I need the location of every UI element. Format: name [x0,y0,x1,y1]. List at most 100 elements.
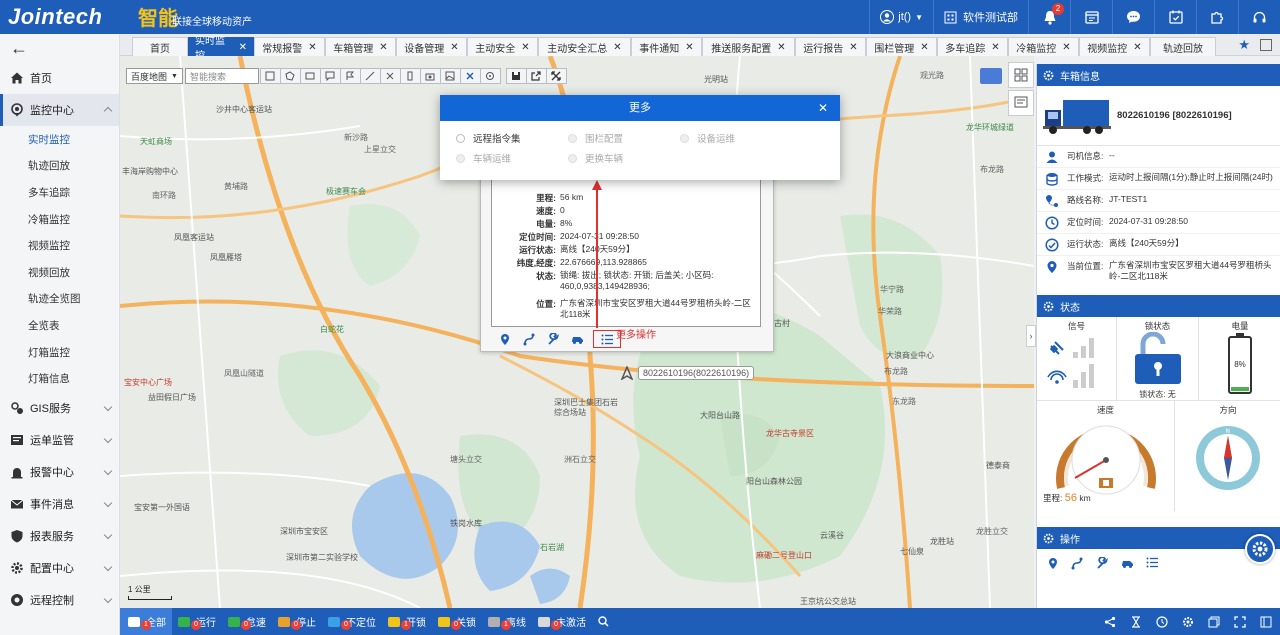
sidebar-sub-track[interactable]: 轨迹回放 [0,153,119,180]
clock-icon[interactable] [1156,615,1168,628]
map-search-input[interactable]: 智能搜索 [184,68,259,84]
map-type-select[interactable]: 百度地图 ▼ [126,68,183,84]
tool-camera[interactable] [419,68,441,84]
tab-push-config[interactable]: 推送服务配置 ✕ [702,37,795,56]
tool-ruler[interactable] [359,68,381,84]
sidebar-sub-overview-table[interactable]: 全览表 [0,312,119,339]
list-icon[interactable] [1146,557,1159,568]
tab-multi-track[interactable]: 多车追踪 ✕ [937,37,1008,56]
tool-polygon[interactable] [279,68,301,84]
sidebar-sub-video[interactable]: 视频监控 [0,232,119,259]
support-button[interactable] [1238,0,1280,34]
notification-button[interactable]: 2 [1028,0,1070,34]
close-icon[interactable]: ✕ [379,42,387,53]
tool-export[interactable] [525,68,547,84]
sidebar-sub-video-playback[interactable]: 视频回放 [0,259,119,286]
collapse-sidebar-button[interactable]: ← [0,34,119,62]
settings-fab[interactable] [1245,534,1275,564]
list-view-button[interactable] [1008,62,1034,88]
close-icon[interactable]: ✕ [920,42,928,53]
plugin-button[interactable] [1196,0,1238,34]
tool-flag[interactable] [339,68,361,84]
close-icon[interactable]: ✕ [818,95,828,121]
popup-track-button[interactable] [521,331,537,347]
sidebar-sub-track-overview[interactable]: 轨迹全览图 [0,286,119,313]
radio-button[interactable] [456,133,465,143]
status-filter-idle[interactable]: 0 怠速 [222,608,272,635]
close-icon[interactable]: ✕ [1133,42,1141,53]
sidebar-item-alarm[interactable]: 报警中心 [0,456,119,488]
settings-icon[interactable] [1182,616,1194,628]
close-icon[interactable]: ✕ [1062,42,1070,53]
window-icon[interactable] [1208,616,1220,628]
status-filter-locked[interactable]: 0 关锁 [432,608,482,635]
tab-device-mgmt[interactable]: 设备管理 ✕ [396,37,467,56]
status-filter-unlocked[interactable]: 1 开锁 [382,608,432,635]
popup-locate-button[interactable] [497,331,513,347]
sidebar-item-waybill[interactable]: 运单监管 [0,424,119,456]
sidebar-item-events[interactable]: 事件消息 [0,488,119,520]
status-filter-inactive[interactable]: 0 未激活 [532,608,592,635]
schedule-button[interactable] [1154,0,1196,34]
share-icon[interactable] [1104,616,1116,628]
tab-cold-box[interactable]: 冷箱监控 ✕ [1008,37,1079,56]
close-panel-icon[interactable] [1260,616,1272,628]
close-icon[interactable]: ✕ [613,42,621,53]
map-pin-icon[interactable] [1047,557,1059,570]
sidebar-sub-lightbox[interactable]: 灯箱监控 [0,339,119,366]
tab-video[interactable]: 视频监控 ✕ [1079,37,1150,56]
sidebar-item-monitor[interactable]: 监控中心 [0,94,119,126]
car-icon[interactable] [1121,557,1134,569]
tool-phone[interactable] [399,68,421,84]
tool-clear[interactable] [379,68,401,84]
user-menu[interactable]: jt() ▼ [869,0,933,34]
tool-comment[interactable] [319,68,341,84]
tab-home[interactable]: 首页 [132,37,188,56]
sidebar-item-gis[interactable]: GIS服务 [0,392,119,424]
close-icon[interactable]: ✕ [239,42,247,53]
sidebar-item-reports[interactable]: 报表服务 [0,520,119,552]
sidebar-sub-multi[interactable]: 多车追踪 [0,179,119,206]
sidebar-sub-realtime[interactable]: 实时监控 [0,126,119,153]
route-icon[interactable] [1071,557,1084,570]
tool-cross[interactable] [459,68,481,84]
popup-tool-button[interactable] [545,331,561,347]
chat-button[interactable] [1112,0,1154,34]
tab-alarm[interactable]: 常规报警 ✕ [254,37,325,56]
close-icon[interactable]: ✕ [777,42,785,53]
close-icon[interactable]: ✕ [450,42,458,53]
status-search-button[interactable] [592,608,615,635]
tab-fence-mgmt[interactable]: 围栏管理 ✕ [866,37,937,56]
wrench-icon[interactable] [1096,557,1109,570]
truck-map-icon[interactable] [980,68,1002,84]
tab-realtime[interactable]: 实时监控✕ [188,36,254,62]
popup-vehicle-button[interactable] [569,331,585,347]
calendar-button[interactable] [1070,0,1112,34]
sidebar-sub-lightbox-info[interactable]: 灯箱信息 [0,365,119,392]
tool-locate[interactable] [479,68,501,84]
tool-save[interactable] [505,68,527,84]
tool-fullscreen[interactable] [545,68,567,84]
tab-active-safety[interactable]: 主动安全 ✕ [467,37,538,56]
tab-run-report[interactable]: 运行报告 ✕ [795,37,866,56]
sidebar-item-config[interactable]: 配置中心 [0,552,119,584]
close-icon[interactable]: ✕ [521,42,529,53]
close-icon[interactable]: ✕ [849,42,857,53]
status-filter-stopped[interactable]: 0 停止 [272,608,322,635]
status-filter-all[interactable]: 1 全部 [120,608,172,635]
tab-safety-summary[interactable]: 主动安全汇总 ✕ [538,37,631,56]
option-remote-commands[interactable]: 远程指令集 [456,131,521,145]
sidebar-sub-cold[interactable]: 冷箱监控 [0,206,119,233]
panel-collapse-toggle[interactable]: › [1026,325,1036,347]
tool-rect[interactable] [299,68,321,84]
close-icon[interactable]: ✕ [991,42,999,53]
company-switch[interactable]: 软件测试部 [933,0,1028,34]
fullscreen-icon[interactable] [1234,615,1246,628]
close-icon[interactable]: ✕ [685,42,693,53]
sidebar-item-remote[interactable]: 远程控制 [0,584,119,616]
status-filter-running[interactable]: 0 运行 [172,608,222,635]
tab-track-playback[interactable]: 轨迹回放 [1150,37,1216,56]
sidebar-item-home[interactable]: 首页 [0,62,119,94]
hourglass-icon[interactable] [1130,615,1142,628]
vehicle-marker[interactable]: 8022610196(8022610196) [620,366,755,380]
